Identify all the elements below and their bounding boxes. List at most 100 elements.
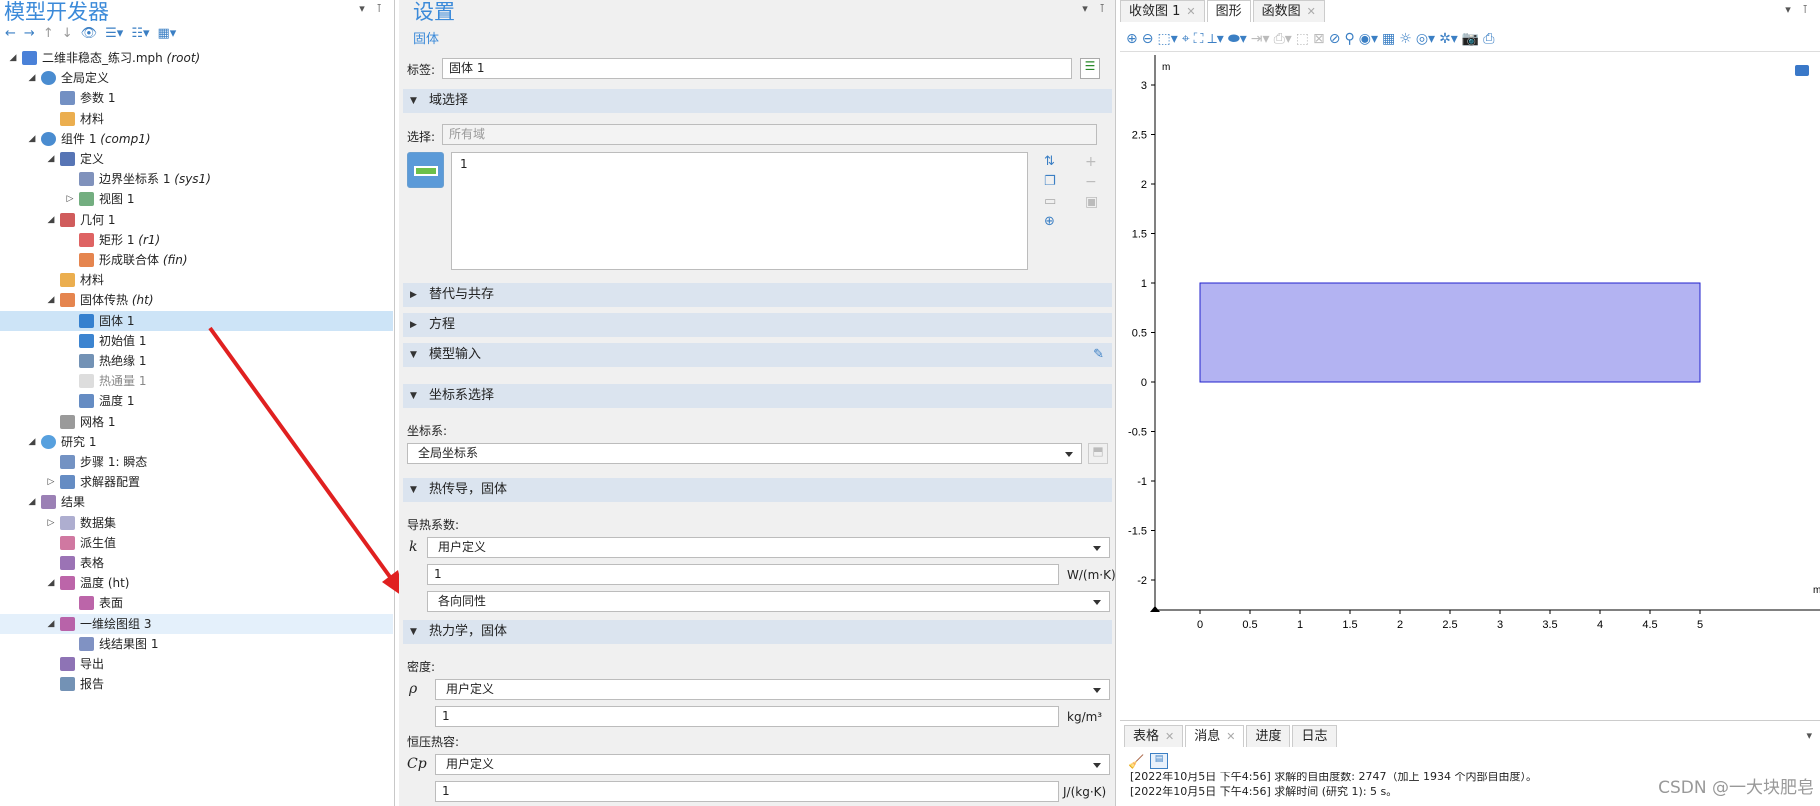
zoom-out-icon[interactable]: ⊖ (1142, 31, 1154, 47)
grid-icon[interactable]: ▦ (1382, 31, 1395, 47)
hide-icon[interactable]: ⊘ (1329, 31, 1341, 47)
tree-node-16[interactable]: 热通量 1 (0, 371, 393, 391)
cp-source-select[interactable]: 用户定义 (435, 754, 1110, 775)
clear-selection-icon[interactable]: ▭ (1044, 192, 1056, 212)
print-icon[interactable]: ⎙ (1483, 31, 1494, 47)
section-domain-selection[interactable]: ▼ 域选择 (403, 89, 1112, 113)
collapse-toggle-icon[interactable]: ◢ (27, 129, 37, 149)
paste-selection-icon[interactable]: ⇅ (1044, 152, 1056, 172)
back-arrow-icon[interactable]: ← (2, 26, 19, 41)
screenshot-icon[interactable]: 📷 (1462, 31, 1479, 47)
expand-sections-icon[interactable]: ☰▾ (102, 26, 126, 41)
graphics-tab-1[interactable]: 图形 (1206, 0, 1251, 22)
messages-tab-0[interactable]: 表格 ✕ (1124, 725, 1184, 747)
collapse-toggle-icon[interactable]: ◢ (46, 210, 56, 230)
messages-tab-1[interactable]: 消息 ✕ (1185, 725, 1245, 747)
select-object-icon[interactable]: ⬬▾ (1228, 31, 1247, 47)
tree-node-13[interactable]: 固体 1 (0, 310, 393, 331)
tree-node-0[interactable]: ◢ 二维非稳态_练习.mph (root) (0, 48, 393, 68)
expand-toggle-icon[interactable]: ▷ (46, 513, 56, 533)
scene-light-icon[interactable]: ☼ (1399, 31, 1412, 47)
panel-menu-pin-icons[interactable]: ▾ ⊺ (359, 2, 386, 15)
tree-node-20[interactable]: 步骤 1: 瞬态 (0, 452, 393, 472)
messages-tab-2[interactable]: 进度 (1246, 725, 1291, 747)
tree-node-11[interactable]: 材料 (0, 270, 393, 290)
print-disabled-icon[interactable]: ⎙▾ (1274, 31, 1292, 47)
tree-node-25[interactable]: 表格 (0, 553, 393, 573)
copy-selection-icon[interactable]: ❐ (1044, 172, 1056, 192)
select-box-icon[interactable]: ⬚ (1296, 31, 1309, 47)
selection-select[interactable]: 所有域 (442, 124, 1097, 145)
collapse-toggle-icon[interactable]: ◢ (46, 290, 56, 310)
model-input-edit-icon[interactable]: ✎ (1093, 343, 1104, 367)
tree-node-23[interactable]: ▷ 数据集 (0, 513, 393, 533)
k-value-input[interactable]: 1 (427, 564, 1059, 585)
graphics-options-icon[interactable] (1795, 65, 1809, 76)
rendering-icon[interactable]: ✲▾ (1439, 31, 1458, 47)
tree-node-30[interactable]: 导出 (0, 654, 393, 674)
create-selection-icon[interactable]: ▣ (1085, 192, 1098, 212)
section-coordinate-system[interactable]: ▼ 坐标系选择 (403, 384, 1112, 408)
deselect-box-icon[interactable]: ⊠ (1313, 31, 1325, 47)
show-icon[interactable]: 👁 (78, 26, 101, 41)
selection-disabled-icon[interactable]: ⇥▾ (1251, 31, 1270, 47)
messages-menu-icon[interactable]: ▾ (1806, 729, 1812, 742)
zoom-extents-icon[interactable]: ⛶ (1194, 31, 1204, 47)
collapse-toggle-icon[interactable]: ◢ (46, 149, 56, 169)
axis-orientation-icon[interactable]: ⟂▾ (1207, 31, 1223, 47)
go-to-source-icon[interactable]: ⬒ (1088, 443, 1108, 464)
zoom-selected-icon[interactable]: ⌖ (1182, 31, 1190, 47)
collapse-toggle-icon[interactable]: ◢ (46, 614, 56, 634)
k-type-select[interactable]: 各向同性 (427, 591, 1110, 612)
forward-arrow-icon[interactable]: → (21, 26, 38, 41)
expand-toggle-icon[interactable]: ▷ (65, 189, 75, 209)
collapse-sections-icon[interactable]: ☷▾ (128, 26, 152, 41)
graphics-tab-0[interactable]: 收敛图 1 ✕ (1120, 0, 1205, 22)
section-model-input[interactable]: ▼ 模型输入 ✎ (403, 343, 1112, 367)
tree-node-18[interactable]: 网格 1 (0, 412, 393, 432)
graphics-tab-2[interactable]: 函数图 ✕ (1252, 0, 1325, 22)
section-override[interactable]: ▶ 替代与共存 (403, 283, 1112, 307)
tree-node-12[interactable]: ◢ 固体传热 (ht) (0, 290, 393, 310)
tree-node-9[interactable]: 矩形 1 (r1) (0, 230, 393, 250)
active-toggle-button[interactable] (407, 152, 444, 188)
tree-node-24[interactable]: 派生值 (0, 533, 393, 553)
tree-node-19[interactable]: ◢ 研究 1 (0, 432, 393, 452)
view-icon[interactable]: ◉▾ (1359, 31, 1378, 47)
selection-list-item[interactable]: 1 (460, 157, 468, 171)
close-tab-icon[interactable]: ✕ (1307, 5, 1316, 18)
tree-node-6[interactable]: 边界坐标系 1 (sys1) (0, 169, 393, 189)
expand-toggle-icon[interactable]: ▷ (46, 472, 56, 492)
cp-value-input[interactable]: 1 (435, 781, 1059, 802)
collapse-toggle-icon[interactable]: ◢ (27, 68, 37, 88)
close-tab-icon[interactable]: ✕ (1165, 730, 1174, 743)
edit-label-icon[interactable]: ☰ (1080, 58, 1100, 79)
tree-node-8[interactable]: ◢ 几何 1 (0, 210, 393, 230)
tree-node-5[interactable]: ◢ 定义 (0, 149, 393, 169)
section-equation[interactable]: ▶ 方程 (403, 313, 1112, 337)
clear-messages-icon[interactable]: 🧹 (1128, 755, 1144, 770)
geometry-domain[interactable] (1199, 282, 1701, 383)
selection-list[interactable]: 1 (451, 152, 1028, 270)
tree-node-1[interactable]: ◢ 全局定义 (0, 68, 393, 88)
close-tab-icon[interactable]: ✕ (1186, 5, 1195, 18)
tree-node-27[interactable]: 表面 (0, 593, 393, 613)
coord-system-select[interactable]: 全局坐标系 (407, 443, 1082, 464)
tree-node-10[interactable]: 形成联合体 (fin) (0, 250, 393, 270)
collapse-toggle-icon[interactable]: ◢ (27, 432, 37, 452)
tree-node-22[interactable]: ◢ 结果 (0, 492, 393, 512)
tree-node-26[interactable]: ◢ 温度 (ht) (0, 573, 393, 593)
move-up-icon[interactable]: ↑ (40, 26, 57, 41)
label-input[interactable]: 固体 1 (442, 58, 1072, 79)
tree-node-17[interactable]: 温度 1 (0, 391, 393, 411)
tree-node-21[interactable]: ▷ 求解器配置 (0, 472, 393, 492)
tree-node-4[interactable]: ◢ 组件 1 (comp1) (0, 129, 393, 149)
tree-node-29[interactable]: 线结果图 1 (0, 634, 393, 654)
zoom-to-selection-icon[interactable]: ⊕ (1044, 212, 1056, 232)
rho-value-input[interactable]: 1 (435, 706, 1059, 727)
tree-node-14[interactable]: 初始值 1 (0, 331, 393, 351)
panel-menu-pin-icons[interactable]: ▾ ⊺ (1785, 3, 1812, 16)
tree-node-7[interactable]: ▷ 视图 1 (0, 189, 393, 209)
section-thermodynamics[interactable]: ▼ 热力学，固体 (403, 620, 1112, 644)
add-to-selection-icon[interactable]: + (1085, 152, 1098, 172)
